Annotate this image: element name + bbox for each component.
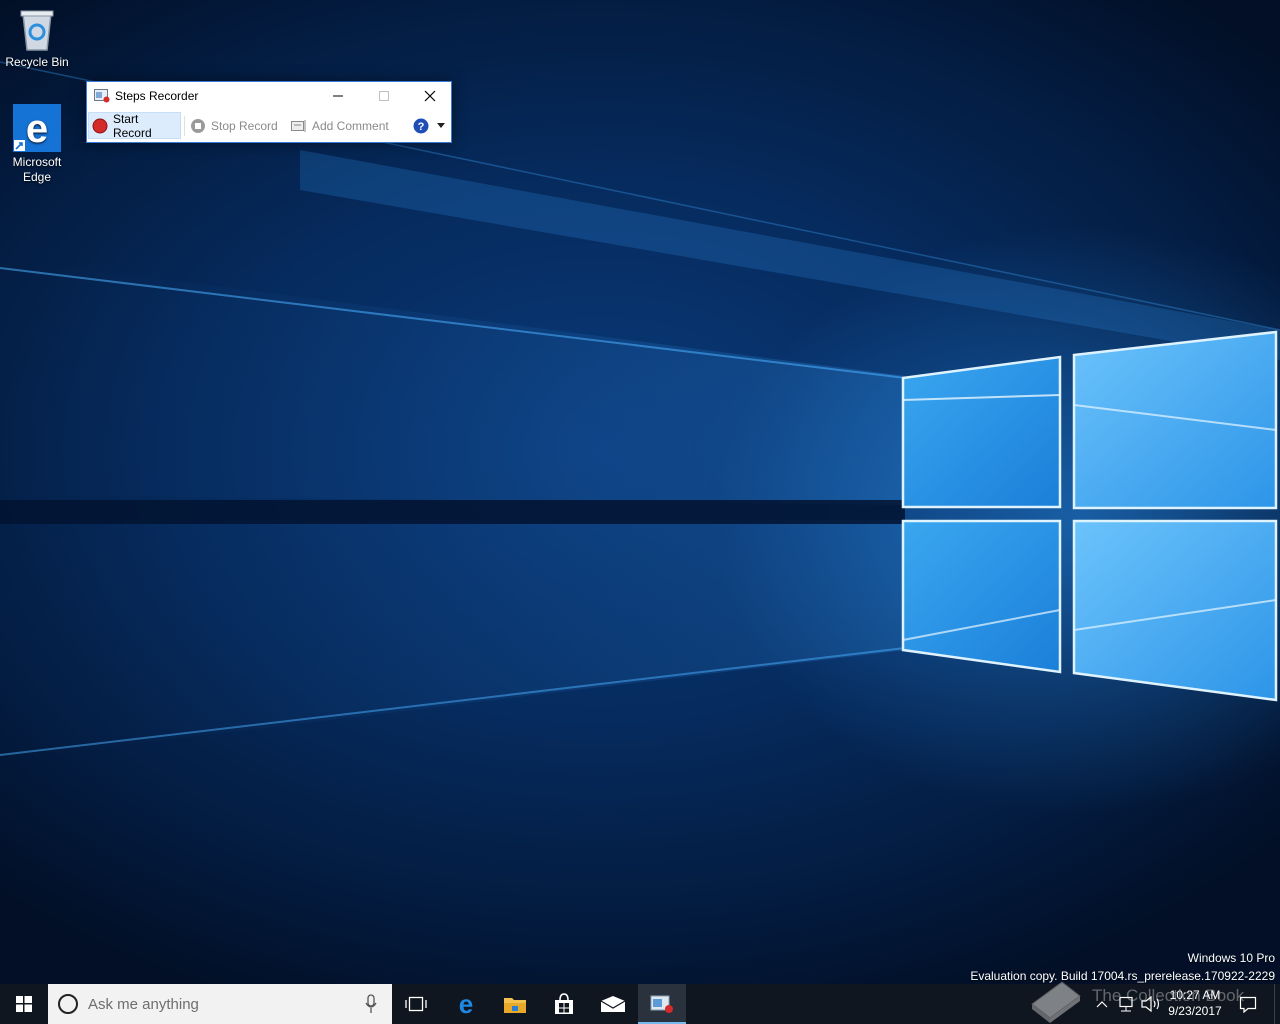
window-title: Steps Recorder [115,89,199,103]
add-comment-button[interactable]: Add Comment [291,112,389,139]
maximize-icon [379,91,389,101]
task-view-icon [405,996,427,1012]
taskbar-steps-recorder-button[interactable] [638,984,686,1024]
start-button[interactable] [0,984,48,1024]
toolbar: Start Record Stop Record Add Comment ? [87,110,451,142]
taskbar-store-button[interactable] [540,984,588,1024]
start-record-label: Start Record [112,111,152,140]
svg-text:e: e [26,107,48,151]
file-explorer-icon [504,998,526,1013]
help-button[interactable]: ? [413,112,429,139]
svg-text:e: e [459,992,473,1016]
record-icon [92,118,108,133]
desktop-wallpaper [0,0,1280,984]
windows-start-icon [16,996,32,1012]
windows-edition-watermark: Windows 10 Pro [1187,951,1275,965]
edge-icon: e [459,992,473,1016]
steps-recorder-window: Steps Recorder Start Record Stop Record … [86,81,452,143]
start-record-button[interactable]: Start Record [88,111,181,140]
stop-record-label: Stop Record [211,118,278,133]
steps-recorder-icon [94,89,110,103]
desktop-icon-recycle-bin[interactable]: Recycle Bin [0,6,74,70]
search-box[interactable]: Ask me anything [48,984,392,1024]
svg-text:?: ? [418,121,425,133]
store-icon [555,993,573,1014]
cortana-icon [58,994,78,1014]
taskbar: Ask me anything e 10:27 AM 9/23/2017 [0,984,1280,1024]
options-dropdown-button[interactable] [437,112,445,139]
close-button[interactable] [407,82,453,110]
minimize-button[interactable] [315,82,361,110]
title-bar[interactable]: Steps Recorder [87,82,451,110]
help-icon: ? [413,118,429,133]
stop-record-button[interactable]: Stop Record [190,112,278,139]
close-icon [424,90,436,102]
chevron-down-icon [437,122,445,128]
taskbar-file-explorer-button[interactable] [491,984,539,1024]
taskbar-edge-button[interactable]: e [442,984,490,1024]
desktop-icon-microsoft-edge[interactable]: e Microsoft Edge [0,104,74,185]
toolbar-separator [184,116,185,136]
edge-icon: e [13,104,61,152]
steps-recorder-icon [650,995,673,1013]
comment-icon [291,119,306,132]
book-watermark-icon [1031,981,1081,1023]
search-placeholder: Ask me anything [88,996,199,1013]
show-desktop-button[interactable] [1274,984,1280,1024]
desktop-icon-label: Microsoft Edge [12,155,62,184]
stop-icon [191,118,205,133]
build-watermark: Evaluation copy. Build 17004.rs_prerelea… [970,969,1275,983]
taskbar-mail-button[interactable] [589,984,637,1024]
collection-book-watermark: The Collection Book [1092,986,1245,1005]
task-view-button[interactable] [392,984,440,1024]
windows-logo-light-rays [0,61,1280,760]
microphone-icon[interactable] [364,994,378,1014]
add-comment-label: Add Comment [312,118,389,133]
maximize-button[interactable] [361,82,407,110]
minimize-icon [333,95,343,97]
desktop-icon-label: Recycle Bin [5,55,69,69]
recycle-bin-icon [17,6,57,52]
mail-icon [600,996,626,1012]
